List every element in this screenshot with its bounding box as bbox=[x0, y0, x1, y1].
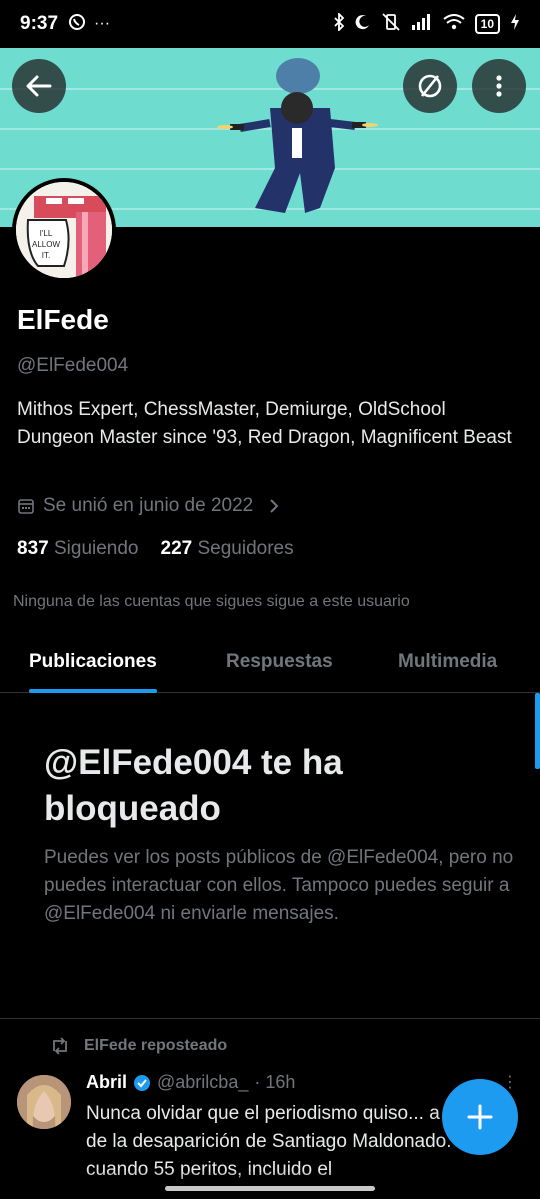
status-time: 9:37 bbox=[20, 13, 59, 34]
post-author-name[interactable]: Abril bbox=[86, 1072, 127, 1093]
followers-link[interactable]: 227 Seguidores bbox=[161, 538, 294, 560]
post-author-avatar[interactable] bbox=[17, 1075, 71, 1129]
profile-bio: Mithos Expert, ChessMaster, Demiurge, Ol… bbox=[17, 399, 512, 448]
post-author-handle[interactable]: @abrilcba_ bbox=[157, 1072, 248, 1093]
follow-stats: 837 Siguiendo 227 Seguidores bbox=[17, 538, 294, 560]
verified-badge-icon bbox=[134, 1074, 151, 1091]
svg-text:I'LL: I'LL bbox=[40, 229, 53, 238]
repost-label: ElFede reposteado bbox=[84, 1037, 228, 1054]
back-button[interactable] bbox=[12, 59, 66, 113]
battery-icon: 10 bbox=[474, 14, 500, 34]
arrow-left-icon bbox=[26, 75, 52, 97]
following-count: 837 bbox=[17, 538, 49, 559]
tab-label: Multimedia bbox=[398, 651, 498, 672]
chevron-right-icon bbox=[270, 499, 279, 513]
svg-text:IT.: IT. bbox=[42, 251, 50, 260]
blocked-status-button[interactable] bbox=[403, 59, 457, 113]
followers-label: Seguidores bbox=[197, 538, 294, 559]
divider bbox=[0, 1018, 540, 1019]
more-vertical-icon bbox=[496, 75, 502, 97]
followers-you-know: Ninguna de las cuentas que sigues sigue … bbox=[13, 593, 410, 610]
following-link[interactable]: 837 Siguiendo bbox=[17, 538, 139, 560]
home-indicator[interactable] bbox=[165, 1186, 375, 1191]
svg-text:ALLOW: ALLOW bbox=[32, 240, 60, 249]
tab-multimedia[interactable]: Multimedia bbox=[398, 640, 497, 693]
profile-avatar[interactable]: I'LL ALLOW IT. bbox=[12, 178, 116, 282]
signal-icon bbox=[411, 14, 433, 34]
charging-icon bbox=[510, 14, 520, 34]
post-header: Abril @abrilcba_ · 16h bbox=[86, 1072, 295, 1093]
joined-date[interactable]: Se unió en junio de 2022 bbox=[17, 495, 281, 517]
repost-icon bbox=[53, 1037, 67, 1055]
compose-button[interactable] bbox=[442, 1079, 518, 1155]
scrollbar[interactable] bbox=[535, 693, 540, 769]
active-tab-indicator bbox=[29, 689, 157, 693]
plus-icon bbox=[467, 1104, 493, 1130]
tab-publicaciones[interactable]: Publicaciones bbox=[29, 640, 157, 693]
calendar-icon bbox=[18, 499, 34, 514]
profile-name: ElFede bbox=[17, 304, 109, 335]
following-label: Siguiendo bbox=[53, 538, 139, 559]
blocked-description: Puedes ver los posts públicos de @ElFede… bbox=[44, 847, 514, 924]
more-dots-icon: ··· bbox=[94, 15, 111, 32]
more-options-button[interactable] bbox=[472, 59, 526, 113]
tab-label: Respuestas bbox=[226, 651, 333, 672]
moon-icon bbox=[355, 14, 371, 34]
whatsapp-icon bbox=[68, 13, 86, 36]
wifi-icon bbox=[443, 14, 465, 34]
tab-label: Publicaciones bbox=[29, 651, 157, 672]
mute-vibrate-icon bbox=[381, 13, 401, 35]
tab-respuestas[interactable]: Respuestas bbox=[226, 640, 333, 693]
profile-handle: @ElFede004 bbox=[17, 355, 129, 376]
repost-indicator: ElFede reposteado bbox=[50, 1037, 227, 1055]
status-bar: 9:37 ··· 10 bbox=[0, 0, 540, 48]
profile-tabs: Publicaciones Respuestas Multimedia bbox=[0, 640, 540, 693]
followers-count: 227 bbox=[160, 538, 193, 559]
post-time: · 16h bbox=[254, 1072, 296, 1092]
no-circle-icon bbox=[418, 74, 442, 98]
avatar-comic-image: I'LL ALLOW IT. bbox=[16, 182, 112, 278]
bottom-fade bbox=[0, 1170, 540, 1199]
joined-text: Se unió en junio de 2022 bbox=[43, 495, 254, 516]
blocked-title: @ElFede004 te ha bloqueado bbox=[44, 743, 343, 828]
bluetooth-icon bbox=[333, 11, 345, 35]
